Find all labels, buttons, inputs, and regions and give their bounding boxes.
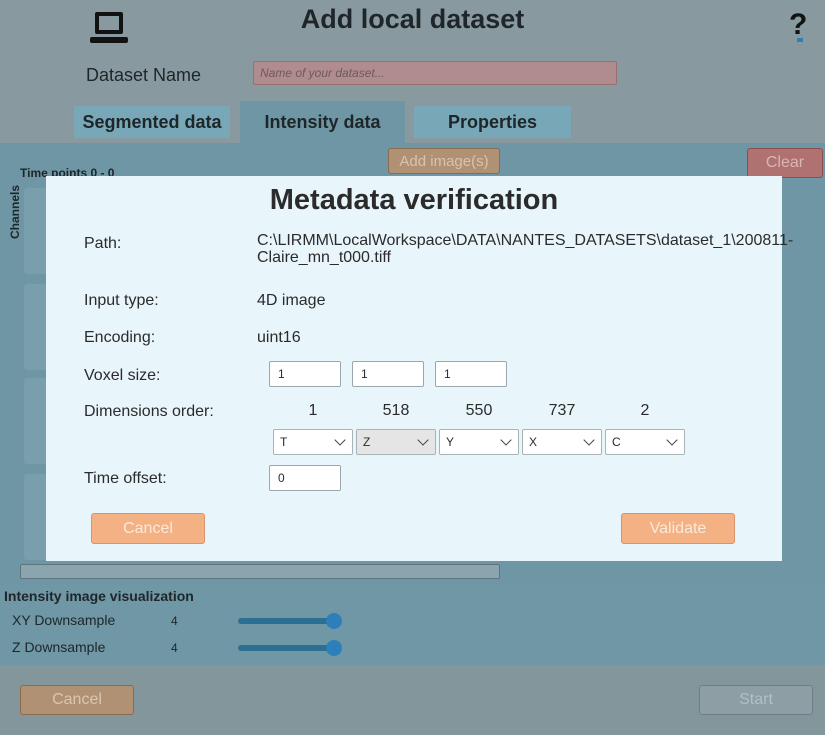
voxel-size-z-input[interactable]: [435, 361, 507, 387]
time-offset-label: Time offset:: [84, 470, 167, 487]
dimension-size: 737: [548, 402, 576, 419]
cancel-button[interactable]: Cancel: [20, 685, 134, 715]
dimension-axis-select[interactable]: Y: [439, 429, 519, 455]
dimension-size: 518: [382, 402, 410, 419]
xy-downsample-slider[interactable]: [238, 618, 332, 624]
metadata-verification-dialog: Metadata verification Path: C:\LIRMM\Loc…: [46, 176, 794, 561]
select-value: X: [529, 435, 538, 449]
xy-downsample-label: XY Downsample: [12, 612, 116, 628]
voxel-size-label: Voxel size:: [84, 367, 161, 384]
dataset-name-input[interactable]: [253, 61, 617, 85]
dataset-name-label: Dataset Name: [86, 65, 202, 85]
encoding-label: Encoding:: [84, 329, 156, 346]
validate-button[interactable]: Validate: [621, 513, 735, 544]
dimension-size: 550: [465, 402, 493, 419]
dialog-title: Metadata verification: [269, 184, 559, 216]
tab-segmented-data[interactable]: Segmented data: [74, 106, 230, 138]
path-label: Path:: [84, 235, 122, 252]
input-type-label: Input type:: [84, 292, 159, 309]
dimension-axis-select[interactable]: Z: [356, 429, 436, 455]
path-value: C:\LIRMM\LocalWorkspace\DATA\NANTES_DATA…: [257, 232, 794, 266]
z-downsample-slider-handle[interactable]: [326, 640, 342, 656]
input-type-value: 4D image: [257, 292, 326, 309]
chevron-down-icon: [666, 434, 678, 446]
z-downsample-label: Z Downsample: [12, 639, 106, 655]
add-images-button[interactable]: Add image(s): [388, 148, 500, 174]
page-title: Add local dataset: [300, 4, 525, 34]
horizontal-scrollbar[interactable]: [20, 564, 500, 579]
select-value: Y: [446, 435, 455, 449]
help-icon[interactable]: ?: [789, 8, 807, 42]
dialog-cancel-button[interactable]: Cancel: [91, 513, 205, 544]
select-value: Z: [363, 435, 371, 449]
select-value: C: [612, 435, 621, 449]
dimension-axis-select[interactable]: C: [605, 429, 685, 455]
chevron-down-icon: [417, 434, 429, 446]
tab-intensity-data[interactable]: Intensity data: [240, 101, 405, 143]
tab-properties[interactable]: Properties: [414, 106, 571, 138]
chevron-down-icon: [334, 434, 346, 446]
chevron-down-icon: [500, 434, 512, 446]
help-icon-dot: [797, 38, 803, 42]
xy-downsample-value: 4: [171, 614, 178, 628]
dimension-size: 2: [640, 402, 650, 419]
channels-label: Channels: [8, 184, 23, 240]
start-button[interactable]: Start: [699, 685, 813, 715]
dimension-size: 1: [308, 402, 318, 419]
voxel-size-x-input[interactable]: [269, 361, 341, 387]
visualization-title: Intensity image visualization: [4, 588, 194, 604]
voxel-size-y-input[interactable]: [352, 361, 424, 387]
chevron-down-icon: [583, 434, 595, 446]
dimensions-order-label: Dimensions order:: [84, 403, 214, 420]
z-downsample-slider[interactable]: [238, 645, 332, 651]
dimension-axis-select[interactable]: T: [273, 429, 353, 455]
z-downsample-value: 4: [171, 641, 178, 655]
encoding-value: uint16: [257, 329, 301, 346]
xy-downsample-slider-handle[interactable]: [326, 613, 342, 629]
clear-button[interactable]: Clear: [747, 148, 823, 178]
select-value: T: [280, 435, 288, 449]
time-offset-input[interactable]: [269, 465, 341, 491]
dimension-axis-select[interactable]: X: [522, 429, 602, 455]
